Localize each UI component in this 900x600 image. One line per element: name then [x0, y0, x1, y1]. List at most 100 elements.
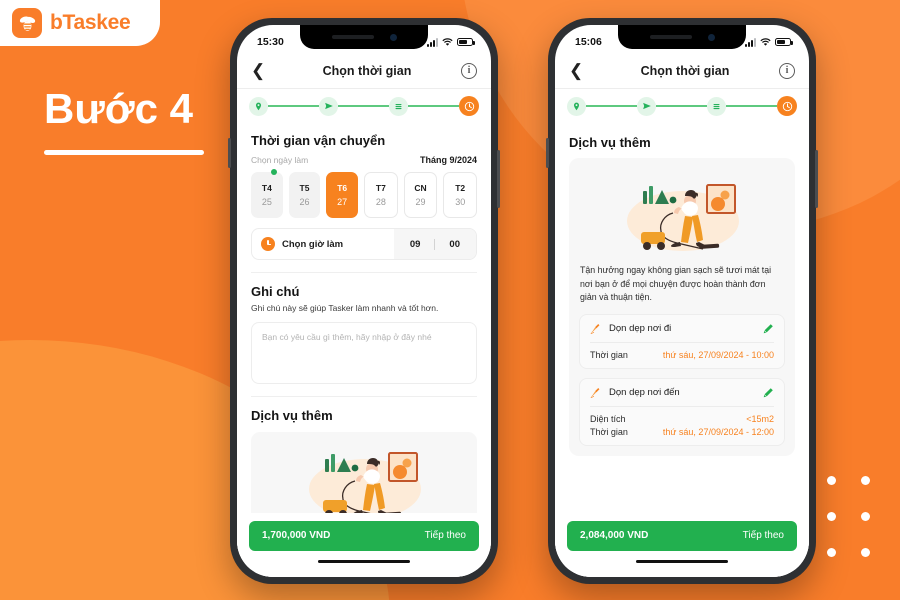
time-picker-label: Chọn giờ làm	[282, 238, 344, 250]
date-number: 25	[261, 197, 272, 207]
home-indicator	[636, 559, 728, 563]
stepper-step-location[interactable]	[249, 96, 268, 116]
date-number: 26	[299, 197, 310, 207]
wifi-icon	[442, 37, 453, 46]
date-dow: T4	[261, 183, 272, 193]
date-cell-26[interactable]: T5 26	[288, 172, 321, 218]
availability-dot-icon	[270, 169, 277, 175]
battery-icon	[457, 38, 475, 46]
date-number: 30	[455, 197, 466, 207]
chevron-left-icon[interactable]: ❮	[251, 62, 273, 79]
step-underline	[44, 150, 204, 155]
time-picker-row[interactable]: Chọn giờ làm 09 00	[251, 228, 477, 260]
screen-content-right[interactable]: Dịch vụ thêm Tận hưởng ngay không gian s…	[555, 123, 809, 577]
info-icon[interactable]: i	[461, 62, 477, 79]
app-bar: ❮ Chọn thời gian i	[237, 53, 491, 89]
date-number: 28	[375, 197, 386, 207]
status-time: 15:06	[575, 36, 602, 48]
stepper-line	[586, 105, 637, 107]
front-camera-icon	[707, 33, 715, 41]
status-time: 15:30	[257, 36, 284, 48]
stepper-line	[726, 105, 777, 107]
front-camera-icon	[389, 33, 397, 41]
progress-stepper	[237, 89, 491, 123]
service-card-departure[interactable]: Dọn dẹp nơi đi Thời gian thứ sáu, 27/09/…	[579, 313, 785, 369]
row-key: Thời gian	[590, 349, 628, 360]
speaker-icon	[331, 35, 374, 39]
date-selector: T4 25 T5 26 T6 27 T7 28 CN 29 T2 30	[251, 169, 478, 218]
service-row-time: Thời gian thứ sáu, 27/09/2024 - 10:00	[590, 350, 774, 360]
service-name: Dọn dẹp nơi đến	[609, 387, 680, 399]
date-cell-29[interactable]: CN 29	[403, 172, 438, 218]
pencil-icon[interactable]	[762, 387, 774, 399]
service-row-time: Thời gian thứ sáu, 27/09/2024 - 12:00	[590, 427, 774, 437]
stepper-line	[656, 105, 707, 107]
bottom-cta-right: 2,084,000 VND Tiếp theo	[555, 512, 809, 577]
signal-bars-icon	[427, 37, 438, 47]
stepper-step-list[interactable]	[389, 96, 408, 116]
note-input[interactable]: Bạn có yêu cầu gì thêm, hãy nhập ở đây n…	[251, 322, 477, 384]
wifi-icon	[760, 37, 771, 46]
row-key: Diện tích	[590, 413, 626, 424]
section-title-extra-service: Dịch vụ thêm	[569, 135, 651, 150]
pencil-icon[interactable]	[762, 323, 774, 335]
info-icon[interactable]: i	[779, 62, 795, 79]
extra-service-blurb: Tận hưởng ngay không gian sạch sẽ tươi m…	[580, 265, 772, 303]
step-title: Bước 4	[44, 85, 193, 132]
date-dow: T7	[375, 183, 386, 193]
stepper-step-list[interactable]	[707, 96, 726, 116]
dot	[860, 547, 870, 557]
stepper-step-time[interactable]	[777, 96, 797, 116]
stepper-step-location[interactable]	[567, 96, 586, 116]
section-divider	[251, 272, 477, 273]
row-value: thứ sáu, 27/09/2024 - 12:00	[662, 426, 774, 437]
minute-value[interactable]: 00	[449, 239, 460, 250]
date-number: 29	[415, 197, 426, 207]
screen-content-left[interactable]: Thời gian vận chuyển Chọn ngày làm Tháng…	[237, 123, 491, 577]
progress-stepper	[555, 89, 809, 123]
signal-bars-icon	[745, 37, 756, 47]
date-dow: T5	[299, 183, 310, 193]
row-key: Thời gian	[590, 426, 628, 437]
note-description: Ghi chú này sẽ giúp Tasker làm nhanh và …	[251, 303, 439, 313]
hour-value[interactable]: 09	[410, 239, 421, 250]
card-divider	[590, 341, 774, 343]
pick-day-label: Chọn ngày làm	[251, 155, 309, 165]
bottom-cta-left: 1,700,000 VND Tiếp theo	[237, 512, 491, 577]
phone-notch	[300, 25, 428, 49]
stepper-step-send[interactable]	[319, 96, 338, 116]
next-step-button[interactable]: 2,084,000 VND Tiếp theo	[567, 520, 797, 551]
service-name: Dọn dẹp nơi đi	[609, 323, 672, 335]
dot	[826, 547, 836, 557]
phone-mockup-right: 15:06 ❮ Chọn thời gian i Dịch vụ thêm Tậ…	[546, 18, 818, 584]
next-label: Tiếp theo	[742, 530, 784, 541]
service-row-area: Diện tích <15m2	[590, 414, 774, 424]
total-price: 2,084,000 VND	[580, 530, 649, 541]
service-card-arrival[interactable]: Dọn dẹp nơi đến Diện tích <15m2 Thời gia…	[579, 377, 785, 446]
home-indicator	[318, 559, 410, 563]
date-cell-25[interactable]: T4 25	[251, 169, 283, 218]
next-step-button[interactable]: 1,700,000 VND Tiếp theo	[249, 520, 479, 551]
date-cell-30[interactable]: T2 30	[443, 172, 478, 218]
dot	[860, 511, 870, 521]
date-cell-27-selected[interactable]: T6 27	[326, 172, 359, 218]
page-title: Chọn thời gian	[640, 63, 730, 78]
brand-logo-text: bTaskee	[50, 11, 131, 34]
phone-mockup-left: 15:30 ❮ Chọn thời gian i Thời gian vận c…	[228, 18, 500, 584]
month-label: Tháng 9/2024	[419, 155, 477, 165]
date-cell-28[interactable]: T7 28	[364, 172, 398, 218]
chevron-left-icon[interactable]: ❮	[569, 62, 591, 79]
stepper-line	[408, 105, 459, 107]
time-separator	[434, 238, 436, 250]
section-title-note: Ghi chú	[251, 284, 300, 299]
speaker-icon	[649, 35, 692, 39]
section-title-extra-service: Dịch vụ thêm	[251, 408, 333, 423]
step-heading: Bước 4	[44, 88, 204, 155]
stepper-step-time[interactable]	[459, 96, 479, 116]
phone-notch	[618, 25, 746, 49]
app-bar: ❮ Chọn thời gian i	[555, 53, 809, 89]
date-dow: CN	[414, 183, 427, 193]
stepper-step-send[interactable]	[637, 96, 656, 116]
row-value: <15m2	[746, 413, 774, 424]
broom-icon	[590, 387, 600, 398]
